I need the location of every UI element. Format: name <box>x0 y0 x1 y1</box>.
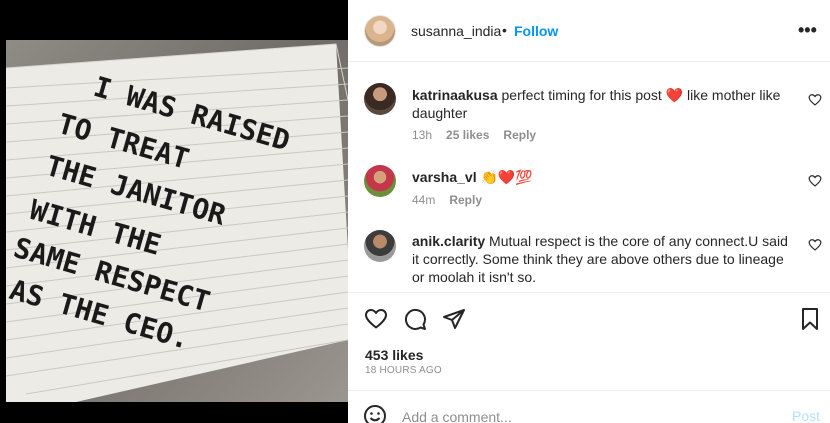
comment-meta: 13h 25 likes Reply <box>412 128 550 142</box>
like-heart-icon[interactable] <box>364 307 388 331</box>
comment-time[interactable]: 44m <box>412 193 435 207</box>
emoji-icon[interactable] <box>363 404 387 423</box>
heart-icon[interactable] <box>808 93 822 107</box>
post-image[interactable]: I WAS RAISED TO TREAT THE JANITOR WITH T… <box>6 40 348 402</box>
share-send-icon[interactable] <box>442 307 466 331</box>
avatar[interactable] <box>364 15 396 47</box>
comment-username[interactable]: varsha_vl <box>412 169 477 185</box>
comment-text: anik.clarity Mutual respect is the core … <box>412 232 792 286</box>
save-bookmark-icon[interactable] <box>798 307 822 331</box>
more-options-icon[interactable]: ••• <box>798 21 818 42</box>
comment-time[interactable]: 13h <box>412 128 432 142</box>
comment-bubble-icon[interactable] <box>403 307 427 331</box>
notebook-illustration: I WAS RAISED TO TREAT THE JANITOR WITH T… <box>6 43 348 402</box>
heart-icon[interactable] <box>808 238 822 252</box>
comment-body: perfect timing for this post <box>497 87 666 103</box>
clap-heart-100-emoji: 👏❤️💯 <box>480 169 533 185</box>
avatar[interactable] <box>364 165 396 197</box>
post-timestamp: 18 HOURS AGO <box>365 365 442 376</box>
comment-username[interactable]: katrinaakusa <box>412 87 498 103</box>
comment-text: katrinaakusa perfect timing for this pos… <box>412 86 792 122</box>
heart-icon[interactable] <box>808 174 822 188</box>
separator-dot: • <box>502 22 507 38</box>
comment-likes[interactable]: 25 likes <box>446 128 489 142</box>
heart-emoji: ❤️ <box>665 87 684 103</box>
avatar[interactable] <box>364 230 396 262</box>
likes-count[interactable]: 453 likes <box>365 347 423 363</box>
avatar[interactable] <box>364 83 396 115</box>
reply-button[interactable]: Reply <box>449 193 482 207</box>
add-comment-input[interactable] <box>402 407 762 423</box>
post-header: susanna_india • Follow ••• <box>348 0 830 62</box>
add-comment-bar: Post <box>348 390 830 423</box>
post-panel: susanna_india • Follow ••• katrinaakusa … <box>348 0 830 423</box>
comment-text: varsha_vl 👏❤️💯 <box>412 168 792 186</box>
action-bar <box>348 292 830 344</box>
author-username[interactable]: susanna_india <box>411 23 501 39</box>
reply-button[interactable]: Reply <box>503 128 536 142</box>
post-comment-button[interactable]: Post <box>792 408 820 423</box>
follow-button[interactable]: Follow <box>514 23 558 39</box>
comment-meta: 44m Reply <box>412 193 496 207</box>
comment-username[interactable]: anik.clarity <box>412 233 485 249</box>
